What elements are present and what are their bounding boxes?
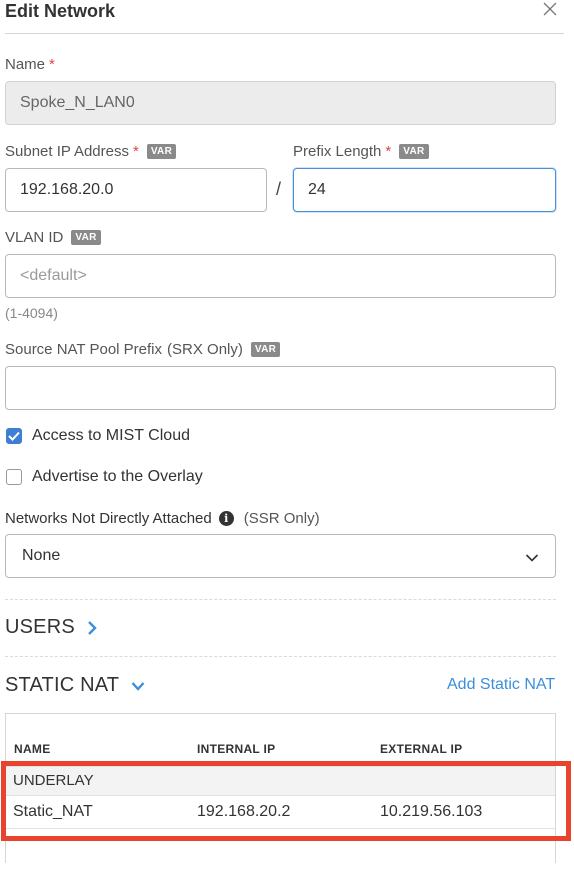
add-static-nat-link[interactable]: Add Static NAT: [447, 676, 555, 694]
vlan-id-input[interactable]: <default>: [5, 254, 556, 298]
networks-select[interactable]: None: [5, 534, 556, 578]
section-divider: [5, 599, 556, 600]
vlan-id-placeholder: <default>: [20, 267, 87, 284]
source-nat-suffix: (SRX Only): [167, 341, 243, 358]
var-badge: VAR: [250, 342, 281, 357]
subnet-label: Subnet IP Address * VAR: [5, 143, 177, 160]
required-mark: *: [49, 56, 55, 73]
info-icon[interactable]: i: [218, 511, 234, 526]
prefix-length-input[interactable]: 24: [293, 168, 556, 212]
prefix-separator: /: [276, 179, 282, 199]
access-mist-label: Access to MIST Cloud: [32, 427, 190, 444]
close-icon[interactable]: [541, 0, 559, 18]
column-header-external-ip[interactable]: EXTERNAL IP: [380, 742, 462, 756]
static-nat-section-header[interactable]: STATIC NAT: [5, 674, 145, 697]
static-nat-section-title: STATIC NAT: [5, 674, 120, 696]
networks-selected-value: None: [22, 547, 61, 564]
prefix-label: Prefix Length * VAR: [293, 143, 429, 160]
check-icon: [8, 431, 20, 441]
networks-suffix: (SSR Only): [243, 510, 320, 527]
section-divider: [5, 656, 556, 657]
advertise-overlay-row[interactable]: Advertise to the Overlay: [6, 468, 203, 486]
source-nat-input[interactable]: [5, 366, 556, 410]
column-header-internal-ip[interactable]: INTERNAL IP: [197, 742, 275, 756]
name-label: Name *: [5, 56, 55, 73]
var-badge: VAR: [71, 230, 101, 245]
subnet-ip-input[interactable]: 192.168.20.0: [5, 168, 267, 212]
prefix-length-value: 24: [308, 181, 326, 198]
required-mark: *: [132, 143, 139, 160]
access-mist-row[interactable]: Access to MIST Cloud: [6, 427, 190, 445]
chevron-down-icon[interactable]: [131, 681, 145, 691]
source-nat-label-text: Source NAT Pool Prefix: [5, 341, 163, 358]
vlan-range-hint: (1-4094): [5, 305, 58, 321]
vlan-label: VLAN ID VAR: [5, 229, 101, 246]
required-mark: *: [385, 143, 392, 160]
networks-label-text: Networks Not Directly Attached: [5, 510, 212, 527]
source-nat-label: Source NAT Pool Prefix (SRX Only) VAR: [5, 341, 281, 358]
dialog-title: Edit Network: [5, 1, 116, 21]
users-section-title: USERS: [5, 616, 75, 638]
advertise-overlay-label: Advertise to the Overlay: [32, 468, 203, 485]
name-label-text: Name: [5, 56, 46, 73]
name-field[interactable]: Spoke_N_LAN0: [5, 81, 556, 125]
highlight-box: [1, 761, 571, 841]
chevron-down-icon: [525, 550, 539, 568]
advertise-overlay-checkbox[interactable]: [6, 469, 22, 485]
name-value: Spoke_N_LAN0: [20, 94, 135, 111]
access-mist-checkbox[interactable]: [6, 428, 22, 444]
column-header-name[interactable]: NAME: [14, 742, 51, 756]
subnet-ip-value: 192.168.20.0: [20, 181, 114, 198]
users-section-header[interactable]: USERS: [5, 616, 97, 639]
title-divider: [5, 33, 564, 34]
var-badge: VAR: [399, 144, 429, 159]
prefix-label-text: Prefix Length: [293, 143, 382, 160]
vlan-label-text: VLAN ID: [5, 229, 64, 246]
networks-label: Networks Not Directly Attached i (SSR On…: [5, 510, 320, 527]
chevron-right-icon[interactable]: [87, 620, 97, 636]
subnet-label-text: Subnet IP Address: [5, 143, 129, 160]
var-badge: VAR: [146, 144, 177, 159]
